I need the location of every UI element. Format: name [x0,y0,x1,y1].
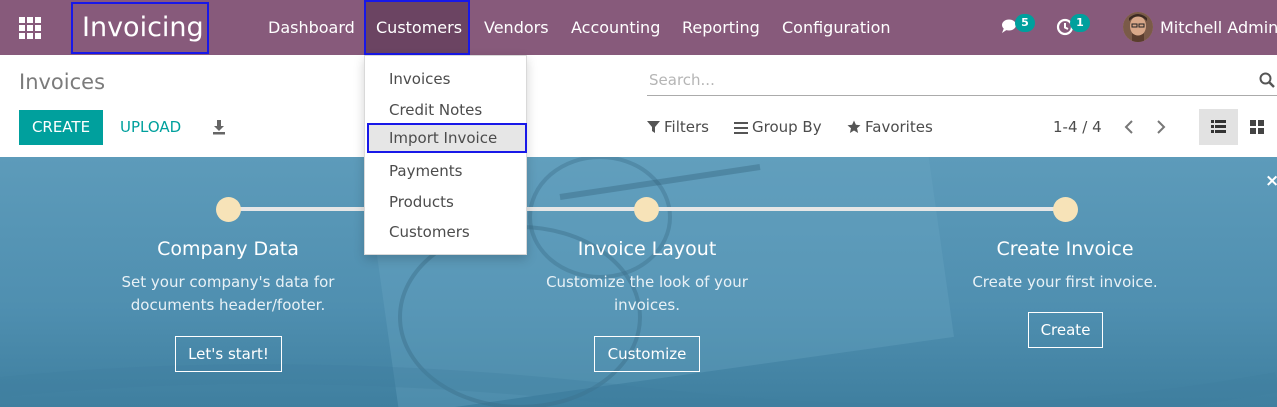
group-by-icon [734,122,748,134]
lets-start-button[interactable]: Let's start! [175,336,282,372]
create-button[interactable]: CREATE [19,110,103,145]
dropdown-item-import-invoice[interactable]: Import Invoice [367,123,527,153]
dropdown-item-invoices[interactable]: Invoices [365,64,526,94]
user-name[interactable]: Mitchell Admin [1160,0,1277,55]
dropdown-item-customers[interactable]: Customers [365,217,526,247]
menu-dashboard[interactable]: Dashboard [268,0,355,55]
group-by-button[interactable]: Group By [734,110,822,145]
star-icon [847,120,861,133]
onboarding-banner: × Company Data Set your company's data f… [0,157,1277,407]
step-desc-line: documents header/footer. [130,296,326,314]
step-desc-create-invoice: Create your first invoice. [905,271,1225,294]
customize-button[interactable]: Customize [594,336,700,372]
messages-count-badge: 5 [1015,14,1035,32]
step-desc-line: invoices. [614,296,680,314]
customers-dropdown-menu: Invoices Credit Notes Import Invoice Pay… [364,55,527,255]
dropdown-item-products[interactable]: Products [365,187,526,217]
kanban-view-icon [1250,120,1264,134]
step-dot-company-data [216,197,241,222]
menu-accounting[interactable]: Accounting [571,0,660,55]
create-invoice-button[interactable]: Create [1028,312,1103,348]
favorites-label: Favorites [865,118,933,136]
search-icon[interactable] [1259,72,1275,88]
step-desc-line: Set your company's data for [121,273,335,291]
favorites-button[interactable]: Favorites [847,110,933,145]
kanban-view-button[interactable] [1238,109,1277,145]
step-dot-create-invoice [1053,197,1078,222]
close-icon[interactable]: × [1265,171,1277,191]
step-title-company-data: Company Data [157,238,299,260]
menu-customers[interactable]: Customers [364,0,470,55]
upload-button[interactable]: UPLOAD [120,110,181,145]
filter-icon [647,121,660,133]
list-view-button[interactable] [1199,109,1238,145]
step-title-invoice-layout: Invoice Layout [577,238,717,260]
group-by-label: Group By [752,118,822,136]
menu-vendors[interactable]: Vendors [484,0,549,55]
search-bar [647,66,1277,96]
step-desc-line: Create your first invoice. [972,273,1158,291]
download-icon[interactable] [212,119,226,135]
list-view-icon [1211,120,1226,133]
top-navbar: Invoicing Dashboard Customers Vendors Ac… [0,0,1277,55]
filters-label: Filters [664,118,709,136]
step-dot-invoice-layout [634,197,659,222]
step-desc-company-data: Set your company's data for documents he… [68,271,388,317]
chevron-right-icon[interactable] [1153,119,1169,135]
filters-button[interactable]: Filters [647,110,709,145]
dropdown-item-credit-notes[interactable]: Credit Notes [365,95,526,125]
avatar[interactable] [1123,12,1153,42]
menu-reporting[interactable]: Reporting [682,0,760,55]
apps-grid-icon[interactable] [19,17,41,39]
search-input[interactable] [647,66,1237,94]
page-title[interactable]: Invoices [19,70,105,94]
dropdown-item-payments[interactable]: Payments [365,156,526,186]
step-desc-line: Customize the look of your [546,273,748,291]
pager-value[interactable]: 1-4 / 4 [1053,110,1102,145]
step-desc-invoice-layout: Customize the look of your invoices. [487,271,807,317]
chevron-left-icon[interactable] [1121,119,1137,135]
activities-count-badge: 1 [1070,14,1090,32]
step-title-create-invoice: Create Invoice [996,238,1134,260]
menu-configuration[interactable]: Configuration [782,0,891,55]
app-title[interactable]: Invoicing [71,2,209,54]
